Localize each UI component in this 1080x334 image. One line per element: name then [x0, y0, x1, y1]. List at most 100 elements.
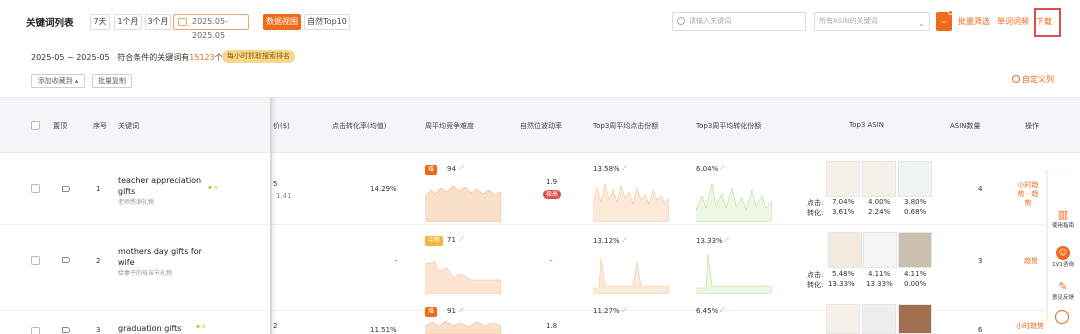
tab-natural-top10[interactable]: 自然Top10 [304, 14, 350, 30]
more-icon[interactable] [1055, 310, 1069, 324]
price-value: 2 [273, 322, 278, 330]
trend-icon[interactable]: ⟋ [459, 164, 464, 173]
word-frequency-link[interactable]: 单词词频 [997, 16, 1029, 27]
asin-thumbnail[interactable] [826, 161, 860, 197]
asin-thumbnail[interactable] [898, 232, 932, 268]
asin-count-value: 3 [978, 257, 983, 265]
asin-thumbnail[interactable] [863, 232, 897, 268]
floating-sidebar: ▥ 使用指南 ☺ 1V1咨询 ✎ 意见反馈 [1047, 170, 1078, 324]
guide-item[interactable]: ▥ 使用指南 [1048, 208, 1078, 229]
top3-conv-sparkline [696, 183, 772, 222]
row-checkbox[interactable] [31, 184, 40, 193]
trend-icon[interactable]: ⟋ [724, 236, 729, 245]
difficulty-badge: 难 [425, 165, 438, 175]
keyword-line: mothers day gifts for [118, 247, 202, 256]
page-title: 关键词列表 [26, 18, 74, 29]
trend-icon[interactable]: ⟋ [720, 306, 725, 315]
custom-columns-link[interactable]: 自定义列 [1012, 74, 1054, 85]
asin-count-value: 4 [978, 185, 983, 193]
trend-icon[interactable]: ⟋ [622, 306, 627, 315]
date-range-picker[interactable]: 2025.05-2025.05 [173, 14, 249, 40]
col-top3-click[interactable]: Top3周平均点击份额 [593, 121, 658, 131]
col-operation: 操作 [1025, 122, 1039, 130]
trend-icon[interactable]: ⟋ [720, 164, 725, 173]
col-conv-rate[interactable]: 点击转化率(均值) [332, 121, 386, 131]
competition-sparkline [425, 320, 501, 334]
asin-thumbnail[interactable] [826, 304, 860, 334]
asin-click-value: 4.11% [904, 270, 927, 278]
asin-conv-value: 13.33% [828, 280, 855, 288]
guide-label: 使用指南 [1051, 223, 1074, 229]
hourly-rank-badge[interactable]: 每小时抓取搜索排名 [222, 50, 295, 63]
range-3m-button[interactable]: 3个月 [145, 14, 171, 30]
feedback-label: 意见反馈 [1051, 295, 1074, 301]
trend-link[interactable]: 趋势 [1024, 257, 1038, 266]
search-placeholder: 请输入关键词 [689, 17, 731, 25]
select-all-checkbox[interactable] [31, 121, 40, 130]
asin-click-value: 4.00% [868, 198, 891, 206]
top3-click-value: 13.58% [593, 165, 620, 173]
keyword-text[interactable]: mothers day gifts for wife [118, 246, 202, 268]
trend-icon[interactable]: ⟋ [622, 236, 627, 245]
asin-count-value: 6 [978, 326, 983, 334]
asin-thumbnail[interactable] [862, 304, 896, 334]
col-asin-count[interactable]: ASIN数量 [950, 121, 981, 131]
top3-conv-value: 13.33% [696, 237, 723, 245]
sparkline-area [425, 320, 501, 334]
result-summary: 2025-05 ~ 2025-05 符合条件的关键词有15123个 [31, 52, 223, 63]
search-icon [677, 17, 685, 25]
trend-icon[interactable]: ⟋ [622, 164, 627, 173]
batch-copy-button[interactable]: 批量复制 [92, 74, 132, 88]
competition-sparkline [425, 185, 501, 222]
row-checkbox[interactable] [31, 256, 40, 265]
col-natural-rank[interactable]: 自然位波动率 [520, 121, 562, 131]
asin-conv-value: 3.61% [832, 208, 855, 216]
trend-icon[interactable]: ⟋ [459, 235, 464, 244]
asin-click-value: 5.48% [832, 270, 855, 278]
trend-icon[interactable]: ⟋ [459, 306, 464, 315]
row-index: 3 [96, 326, 101, 334]
col-top3-conv[interactable]: Top3周平均转化份额 [696, 121, 761, 131]
asin-thumbnail[interactable] [862, 161, 896, 197]
col-pin[interactable]: 置顶 [53, 121, 67, 131]
edit-icon: ✎ [1058, 280, 1068, 293]
asin-click-value: 4.11% [868, 270, 891, 278]
keyword-text[interactable]: graduation gifts [118, 323, 181, 334]
col-top3-asin: Top3 ASIN [849, 121, 885, 129]
asin-click-label: 点击: [807, 271, 824, 279]
row-index: 2 [96, 257, 101, 265]
asin-select[interactable]: 所有ASIN的关键词 ⌄ [814, 12, 930, 31]
batch-filter-link[interactable]: 批量筛选 [958, 16, 990, 27]
difficulty-value: 91 [447, 307, 456, 315]
feedback-item[interactable]: ✎ 意见反馈 [1048, 280, 1078, 301]
range-7d-button[interactable]: 7天 [90, 14, 110, 30]
add-collection-button[interactable]: 添加收藏到 ▴ [31, 74, 85, 88]
hourly-trend-link[interactable]: 小时趋势 · 趋势 [1016, 181, 1040, 208]
tag-icon[interactable] [62, 327, 70, 333]
tag-icon[interactable] [62, 186, 70, 192]
keyword-text[interactable]: teacher appreciation gifts [118, 175, 201, 197]
asin-thumbnail[interactable] [828, 232, 862, 268]
hourly-trend-link[interactable]: 小时趋势 [1016, 322, 1044, 331]
top3-click-value: 13.12% [593, 237, 620, 245]
price-sub-value: 1.41 [276, 192, 292, 200]
tag-icon[interactable] [62, 257, 70, 263]
range-1m-button[interactable]: 1个月 [114, 14, 142, 30]
col-competition[interactable]: 周平均竞争难度 [425, 121, 474, 131]
keyword-search-input[interactable]: 请输入关键词 [672, 12, 806, 31]
row-index: 1 [96, 185, 101, 193]
consult-item[interactable]: ☺ 1V1咨询 [1048, 246, 1078, 268]
asin-thumbnail[interactable] [898, 161, 932, 197]
natural-rank-value: - [550, 257, 553, 265]
col-keyword[interactable]: 关键词 [118, 121, 139, 131]
conv-rate-value: - [395, 257, 398, 265]
chevron-down-icon: ⌄ [940, 16, 948, 25]
consult-label: 1V1咨询 [1052, 262, 1074, 268]
tab-data-view[interactable]: 数据视图 [263, 14, 301, 30]
row-checkbox[interactable] [31, 327, 40, 334]
top3-conv-value: 6.45% [696, 307, 719, 315]
competition-sparkline [425, 261, 501, 294]
frozen-column-divider [270, 97, 272, 334]
col-price[interactable]: 价($) [273, 121, 290, 131]
asin-thumbnail[interactable] [898, 304, 932, 334]
